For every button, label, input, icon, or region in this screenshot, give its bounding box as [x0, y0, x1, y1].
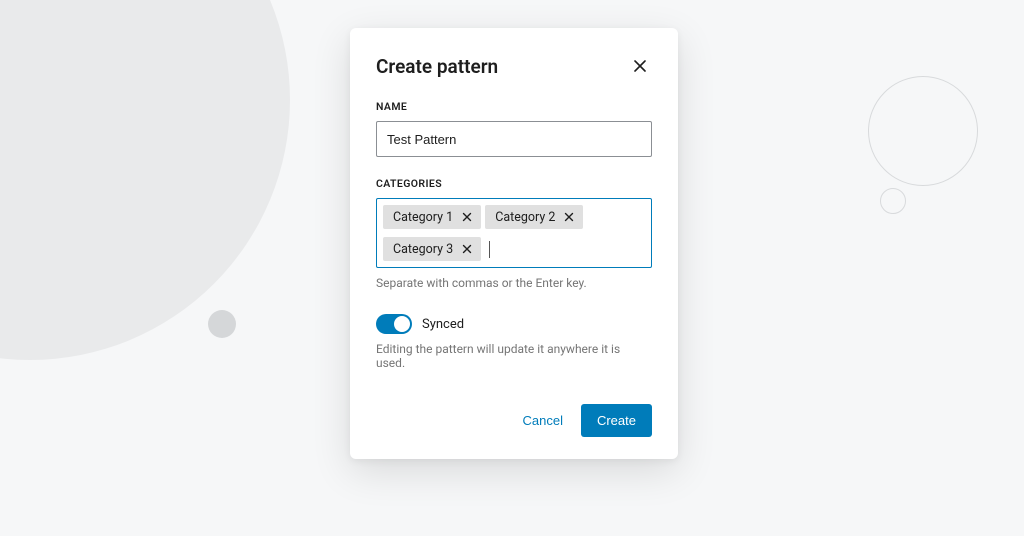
- chip-label: Category 2: [495, 210, 555, 225]
- chip-label: Category 1: [393, 210, 453, 225]
- close-icon: [462, 212, 472, 222]
- synced-toggle[interactable]: [376, 314, 412, 334]
- synced-description: Editing the pattern will update it anywh…: [376, 342, 652, 370]
- chip-label: Category 3: [393, 242, 453, 257]
- name-label: NAME: [376, 100, 652, 113]
- cancel-button[interactable]: Cancel: [519, 405, 567, 436]
- create-pattern-modal: Create pattern NAME CATEGORIES Category …: [350, 28, 678, 459]
- close-icon: [632, 58, 648, 74]
- close-button[interactable]: [628, 54, 652, 78]
- remove-category-button[interactable]: [459, 209, 475, 225]
- modal-header: Create pattern: [376, 54, 652, 78]
- category-chip: Category 2: [485, 205, 583, 229]
- text-cursor: [489, 241, 490, 258]
- category-chip: Category 1: [383, 205, 481, 229]
- synced-row: Synced: [376, 314, 652, 334]
- categories-input[interactable]: Category 1 Category 2 Category 3: [376, 198, 652, 268]
- categories-field-group: CATEGORIES Category 1 Category 2: [376, 177, 652, 290]
- categories-label: CATEGORIES: [376, 177, 652, 190]
- name-field-group: NAME: [376, 100, 652, 157]
- category-chip: Category 3: [383, 237, 481, 261]
- remove-category-button[interactable]: [459, 241, 475, 257]
- modal-title: Create pattern: [376, 55, 498, 78]
- close-icon: [564, 212, 574, 222]
- toggle-knob: [394, 316, 410, 332]
- create-button[interactable]: Create: [581, 404, 652, 437]
- remove-category-button[interactable]: [561, 209, 577, 225]
- close-icon: [462, 244, 472, 254]
- categories-helper: Separate with commas or the Enter key.: [376, 276, 652, 290]
- modal-footer: Cancel Create: [376, 404, 652, 437]
- name-input[interactable]: [376, 121, 652, 157]
- synced-label: Synced: [422, 317, 464, 332]
